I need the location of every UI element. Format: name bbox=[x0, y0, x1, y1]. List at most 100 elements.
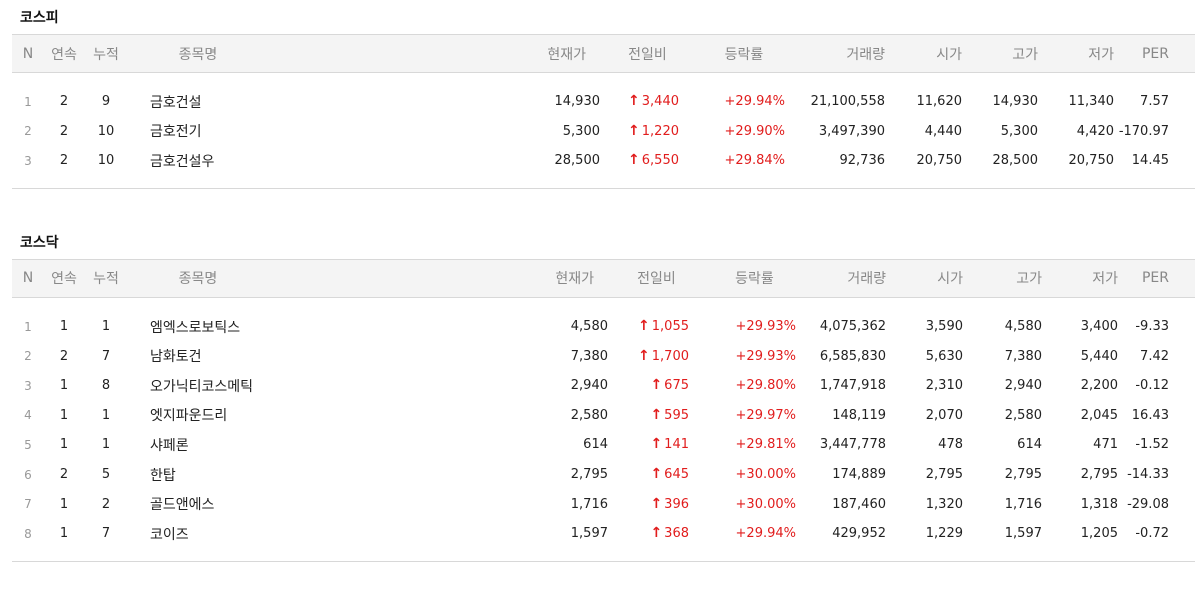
spacer-row bbox=[12, 297, 1195, 312]
stock-name-link[interactable]: 남화토건 bbox=[128, 341, 268, 371]
price-change: ↑ 368 bbox=[608, 519, 705, 549]
current-price: 2,580 bbox=[570, 407, 608, 423]
per-ratio: -170.97 bbox=[1118, 123, 1169, 139]
price-change: ↑ 3,440 bbox=[600, 87, 695, 117]
stock-name-link[interactable]: 금호건설 bbox=[128, 87, 268, 117]
arrow-up-icon: ↑ bbox=[650, 377, 663, 394]
low-price: 5,440 bbox=[1080, 348, 1118, 364]
divider-cell bbox=[12, 176, 1195, 189]
current-price: 5,300 bbox=[562, 123, 600, 139]
current-price: 614 bbox=[583, 437, 608, 453]
price-change-value: 396 bbox=[664, 496, 689, 512]
volume: 148,119 bbox=[832, 407, 886, 423]
consecutive-days: 1 bbox=[59, 319, 69, 335]
per-ratio: -1.52 bbox=[1135, 437, 1169, 453]
cumulative-days: 8 bbox=[101, 378, 111, 394]
high-price: 28,500 bbox=[992, 153, 1039, 169]
header-low: 저가 bbox=[1092, 271, 1118, 288]
header-consecutive: 연속 bbox=[51, 46, 77, 63]
table-row[interactable]: 4 1 1 엣지파운드리 2,580 ↑ 595 +29.97% 148,119 2,070 2,5… bbox=[12, 401, 1195, 431]
high-price: 2,795 bbox=[1004, 467, 1042, 483]
high-price: 4,580 bbox=[1004, 319, 1042, 335]
high-price: 14,930 bbox=[992, 94, 1039, 110]
stock-name-link[interactable]: 샤페론 bbox=[128, 430, 268, 460]
table-row[interactable]: 7 1 2 골드앤에스 1,716 ↑ 396 +30.00% 187,460 1,320 1,71… bbox=[12, 489, 1195, 519]
volume: 92,736 bbox=[839, 153, 886, 169]
price-change: ↑ 396 bbox=[608, 489, 705, 519]
volume: 187,460 bbox=[832, 496, 886, 512]
cumulative-days: 10 bbox=[97, 153, 115, 169]
low-price: 1,205 bbox=[1080, 526, 1118, 542]
price-change: ↑ 1,700 bbox=[608, 341, 705, 371]
stock-name-link[interactable]: 금호전기 bbox=[128, 117, 268, 147]
change-rate: +30.00% bbox=[735, 496, 796, 512]
high-price: 1,597 bbox=[1004, 526, 1042, 542]
row-number: 6 bbox=[24, 467, 32, 482]
price-change-value: 645 bbox=[664, 467, 689, 483]
high-price: 7,380 bbox=[1004, 348, 1042, 364]
arrow-up-icon: ↑ bbox=[650, 436, 663, 453]
kospi-header-row: N 연속 누적 종목명 현재가 전일비 등락률 거래량 시가 고가 저가 PER bbox=[12, 34, 1195, 73]
row-number: 1 bbox=[24, 94, 32, 109]
row-number: 2 bbox=[24, 124, 32, 139]
table-row[interactable]: 3 2 10 금호건설우 28,500 ↑ 6,550 +29.84% 92,736 20,750… bbox=[12, 146, 1195, 176]
price-change-value: 1,220 bbox=[641, 123, 679, 139]
per-ratio: -0.72 bbox=[1135, 526, 1169, 542]
header-stock-name: 종목명 bbox=[178, 46, 218, 63]
stock-name-link[interactable]: 코이즈 bbox=[128, 519, 268, 549]
header-high: 고가 bbox=[1012, 46, 1038, 63]
table-row[interactable]: 2 2 7 남화토건 7,380 ↑ 1,700 +29.93% 6,585,830 5,630 7… bbox=[12, 341, 1195, 371]
table-row[interactable]: 1 1 1 엠엑스로보틱스 4,580 ↑ 1,055 +29.93% 4,075,362 3,5… bbox=[12, 312, 1195, 342]
low-price: 2,200 bbox=[1080, 378, 1118, 394]
table-row[interactable]: 8 1 7 코이즈 1,597 ↑ 368 +29.94% 429,952 1,229 1,597 1… bbox=[12, 519, 1195, 549]
header-open: 시가 bbox=[937, 271, 963, 288]
table-row[interactable]: 3 1 8 오가닉티코스메틱 2,940 ↑ 675 +29.80% 1,747,918 2,31… bbox=[12, 371, 1195, 401]
stock-name-link[interactable]: 골드앤에스 bbox=[128, 489, 268, 519]
per-ratio: 14.45 bbox=[1131, 153, 1169, 169]
price-change: ↑ 595 bbox=[608, 401, 705, 431]
row-number: 2 bbox=[24, 349, 32, 364]
change-rate: +29.97% bbox=[735, 407, 796, 423]
high-price: 5,300 bbox=[1000, 123, 1038, 139]
table-row[interactable]: 1 2 9 금호건설 14,930 ↑ 3,440 +29.94% 21,100,558 11,6… bbox=[12, 87, 1195, 117]
table-row[interactable]: 2 2 10 금호전기 5,300 ↑ 1,220 +29.90% 3,497,390 4,440… bbox=[12, 117, 1195, 147]
table-row[interactable]: 5 1 1 샤페론 614 ↑ 141 +29.81% 3,447,778 478 614 471 -1… bbox=[12, 430, 1195, 460]
volume: 174,889 bbox=[832, 467, 886, 483]
stock-name-link[interactable]: 엣지파운드리 bbox=[128, 401, 268, 431]
open-price: 478 bbox=[938, 437, 963, 453]
cumulative-days: 5 bbox=[101, 467, 111, 483]
stock-name-link[interactable]: 오가닉티코스메틱 bbox=[128, 371, 268, 401]
arrow-up-icon: ↑ bbox=[650, 406, 663, 423]
kospi-table: N 연속 누적 종목명 현재가 전일비 등락률 거래량 시가 고가 저가 PER 1 2 9 금호건설 14,… bbox=[12, 34, 1195, 189]
table-row[interactable]: 6 2 5 한탑 2,795 ↑ 645 +30.00% 174,889 2,795 2,795 2,… bbox=[12, 460, 1195, 490]
stock-name-link[interactable]: 금호건설우 bbox=[128, 146, 268, 176]
consecutive-days: 2 bbox=[59, 94, 69, 110]
header-n: N bbox=[22, 45, 34, 62]
consecutive-days: 2 bbox=[59, 348, 69, 364]
kospi-title: 코스피 bbox=[20, 10, 59, 26]
consecutive-days: 2 bbox=[59, 467, 69, 483]
current-price: 2,795 bbox=[570, 467, 608, 483]
low-price: 2,795 bbox=[1080, 467, 1118, 483]
arrow-up-icon: ↑ bbox=[638, 347, 650, 364]
consecutive-days: 1 bbox=[59, 378, 69, 394]
volume: 429,952 bbox=[832, 526, 886, 542]
arrow-up-icon: ↑ bbox=[650, 466, 663, 483]
stock-name-link[interactable]: 한탑 bbox=[128, 460, 268, 490]
per-ratio: -0.12 bbox=[1135, 378, 1169, 394]
low-price: 3,400 bbox=[1080, 319, 1118, 335]
stock-name-link[interactable]: 엠엑스로보틱스 bbox=[128, 312, 268, 342]
cumulative-days: 1 bbox=[101, 437, 111, 453]
price-change-value: 595 bbox=[664, 407, 689, 423]
consecutive-days: 1 bbox=[59, 496, 69, 512]
kosdaq-section: 코스닥 N 연속 누적 종목명 현재가 전일비 등락률 거래량 시가 고가 저가 PER 1 1 1 엠엑스… bbox=[12, 225, 1195, 562]
open-price: 2,070 bbox=[925, 407, 963, 423]
open-price: 4,440 bbox=[924, 123, 962, 139]
cumulative-days: 2 bbox=[101, 496, 111, 512]
header-open: 시가 bbox=[936, 46, 962, 63]
arrow-up-icon: ↑ bbox=[628, 122, 640, 139]
consecutive-days: 2 bbox=[59, 153, 69, 169]
row-number: 1 bbox=[24, 319, 32, 334]
header-volume: 거래량 bbox=[847, 271, 886, 288]
consecutive-days: 1 bbox=[59, 526, 69, 542]
